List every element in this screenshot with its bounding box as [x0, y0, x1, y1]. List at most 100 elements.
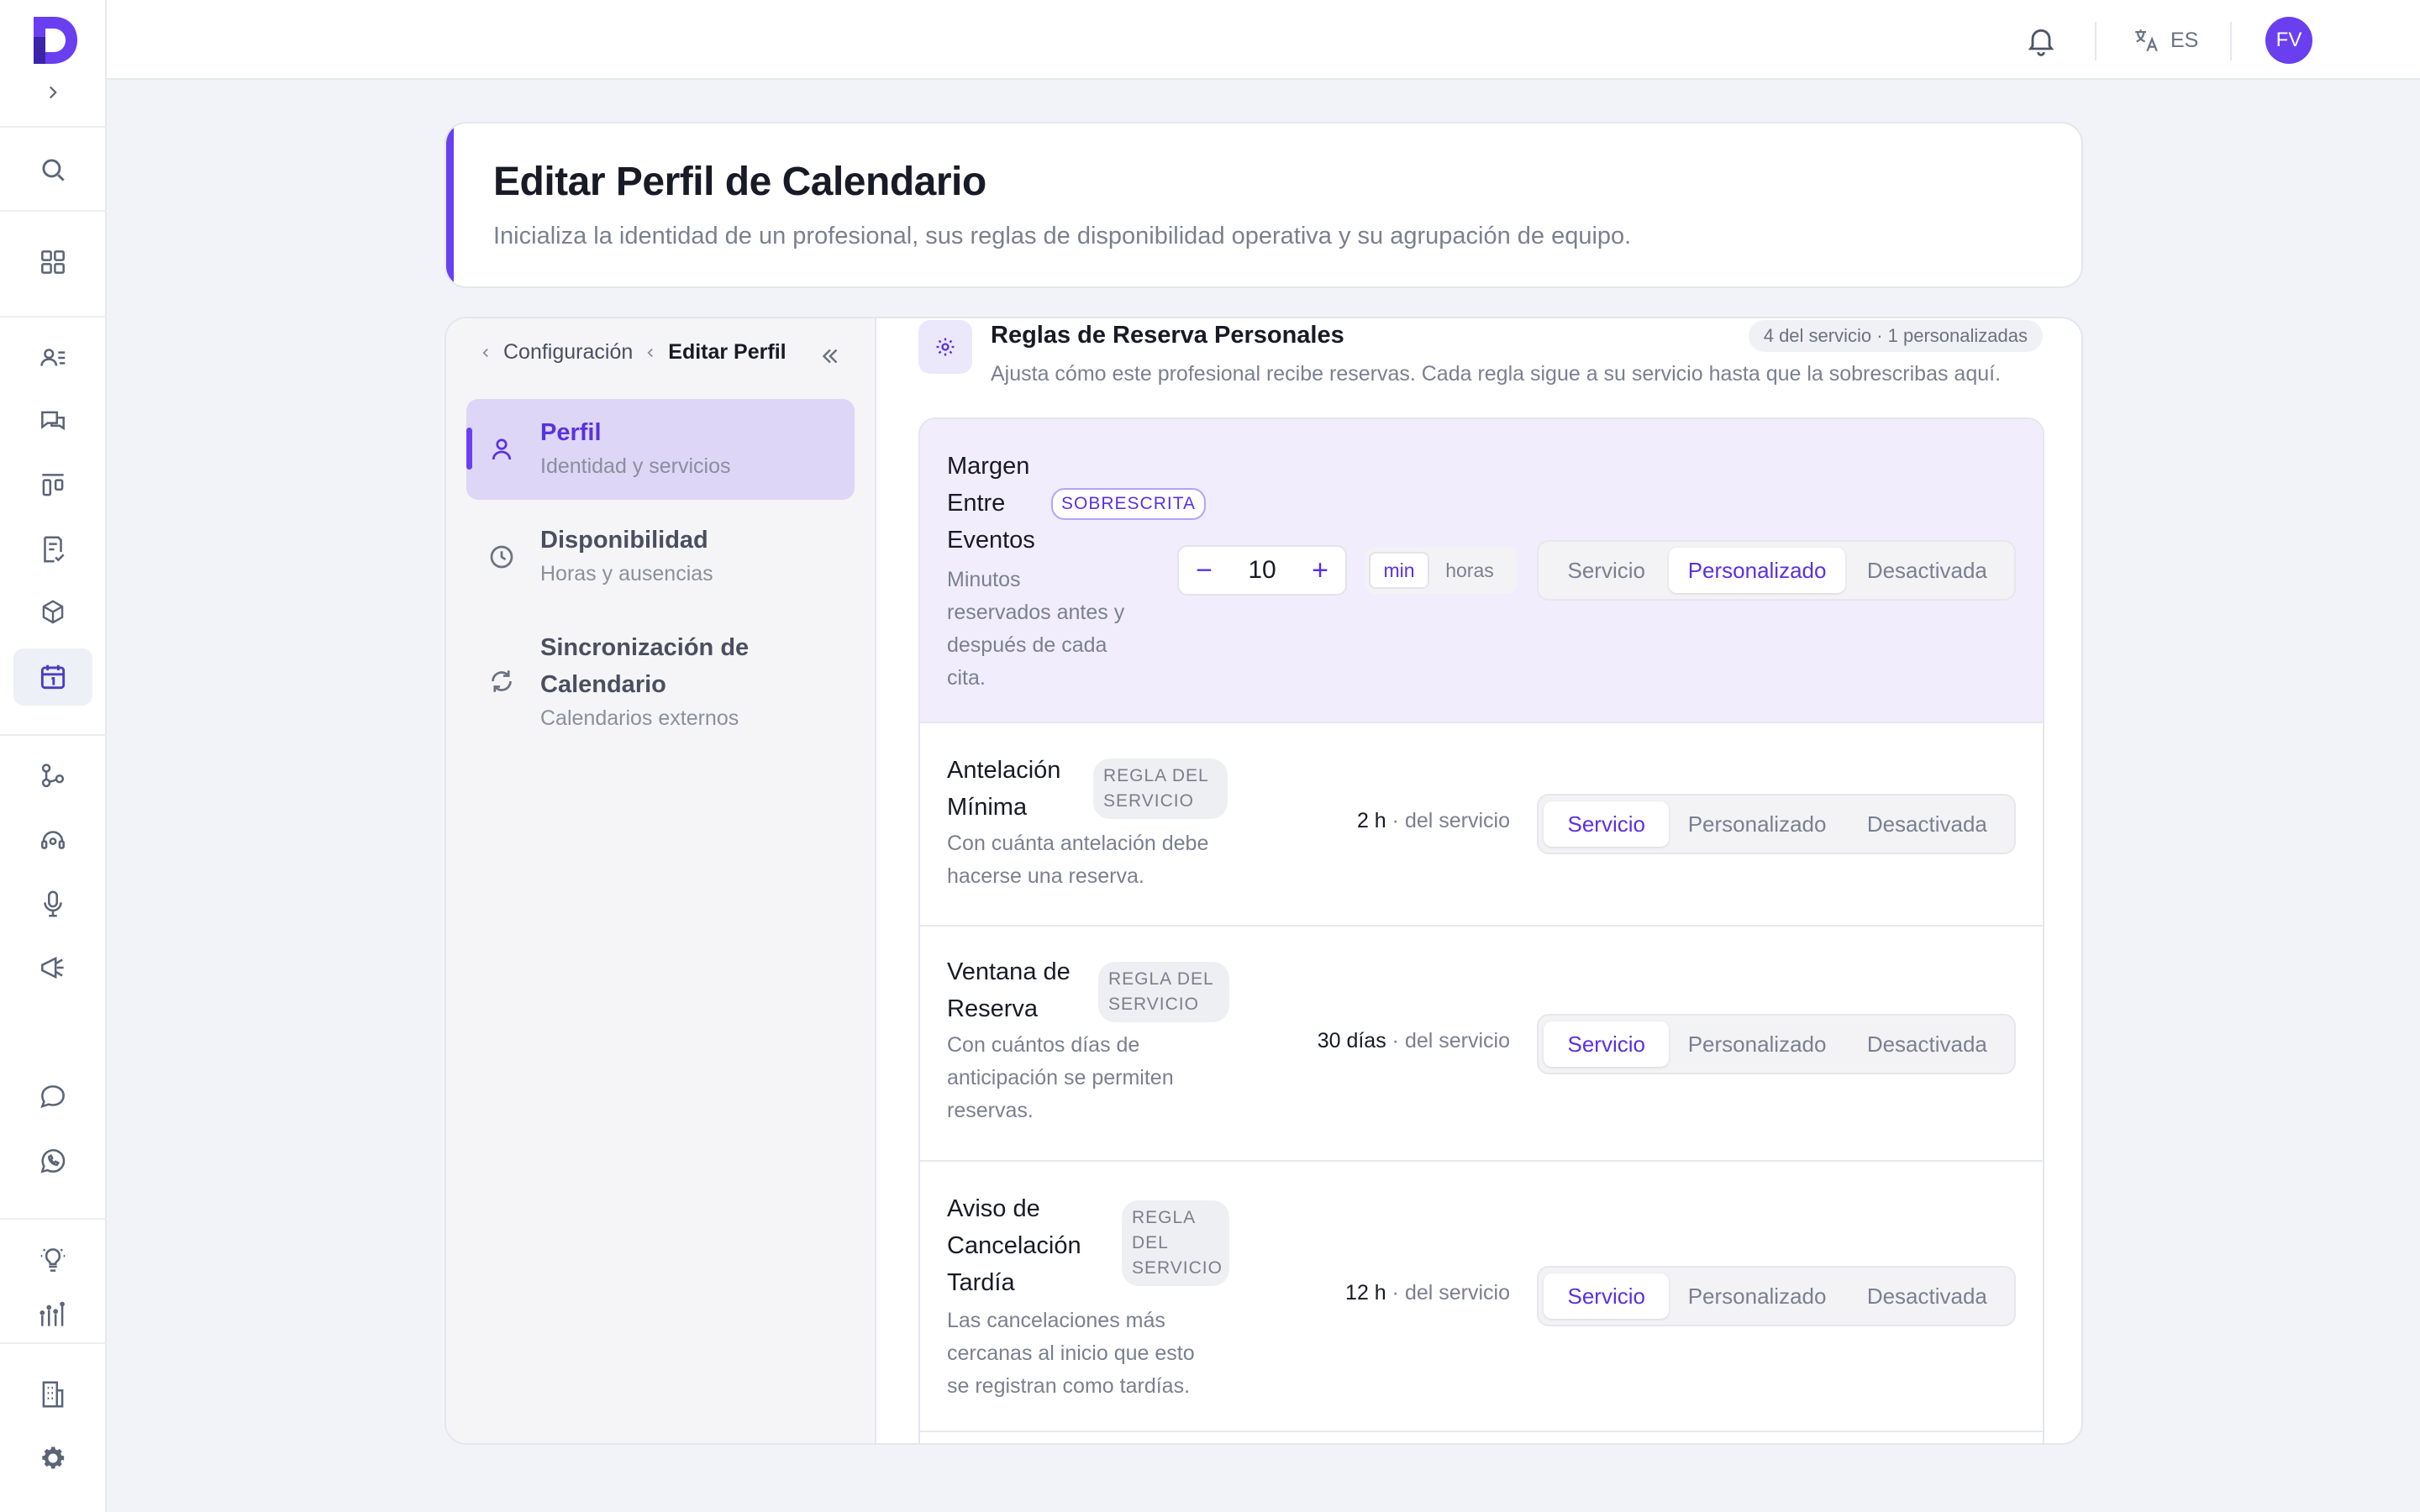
rule-ventana-de-reserva: Ventana de Reserva REGLA DEL SERVICIO Co…	[920, 927, 2043, 1162]
settings-icon[interactable]	[13, 1430, 92, 1487]
mode-personalizado-button[interactable]: Personalizado	[1669, 1021, 1844, 1067]
rule-mode-selector: Servicio Personalizado Desactivada	[1537, 1266, 2016, 1326]
mode-servicio-button[interactable]: Servicio	[1544, 1021, 1670, 1067]
expand-sidebar-icon[interactable]	[13, 66, 92, 119]
nav-item-title: Perfil	[540, 419, 602, 446]
unit-horas-button[interactable]: horas	[1429, 552, 1510, 589]
rule-description: Con cuánta antelación debe	[947, 832, 1209, 855]
language-selector[interactable]: ES	[2132, 24, 2198, 57]
rule-description: después de cada	[947, 633, 1107, 657]
nav-item-subtitle: Identidad y servicios	[540, 454, 731, 478]
increment-button[interactable]: +	[1295, 547, 1345, 594]
main-panel: Configuración Editar Perfil Perfil Ident…	[445, 317, 2083, 1445]
conversations-icon[interactable]	[13, 393, 92, 450]
rule-mode-selector: Servicio Personalizado Desactivada	[1537, 794, 2016, 854]
nav-item-perfil[interactable]: Perfil Identidad y servicios	[466, 399, 855, 500]
language-code: ES	[2170, 28, 2199, 52]
nav-item-title: Calendario	[540, 671, 666, 698]
marketing-icon[interactable]	[13, 939, 92, 996]
rule-description: Con cuántos días de	[947, 1033, 1140, 1057]
dashboard-icon[interactable]	[13, 234, 92, 291]
mode-personalizado-button[interactable]: Personalizado	[1669, 548, 1845, 593]
breadcrumb-parent[interactable]: Configuración	[503, 340, 633, 365]
value-suffix: · del servicio	[1392, 1281, 1510, 1305]
contacts-icon[interactable]	[13, 329, 92, 386]
nav-item-disponibilidad[interactable]: Disponibilidad Horas y ausencias	[466, 507, 855, 607]
tag-line: REGLA DEL	[1103, 766, 1209, 785]
rule-mode-selector: Servicio Personalizado Desactivada	[1537, 540, 2016, 601]
products-icon[interactable]	[13, 585, 92, 642]
unit-min-button[interactable]: min	[1369, 552, 1429, 589]
overridden-tag: SOBRESCRITA	[1051, 488, 1206, 520]
whatsapp-icon[interactable]	[13, 1132, 92, 1189]
nav-item-title: Sincronización de	[540, 634, 750, 661]
sidebar	[0, 0, 107, 1512]
service-rule-tag: REGLA DEL SERVICIO	[1093, 759, 1228, 819]
mode-servicio-button[interactable]: Servicio	[1544, 1273, 1670, 1319]
search-icon[interactable]	[13, 141, 92, 198]
microphone-icon[interactable]	[13, 875, 92, 932]
rule-title: Entre	[947, 490, 1006, 517]
rules-count-badge: 4 del servicio · 1 personalizadas	[1748, 320, 2043, 352]
value: 12 h	[1345, 1281, 1386, 1305]
rule-title: Eventos	[947, 527, 1035, 554]
rule-description: anticipación se permiten	[947, 1066, 1174, 1089]
calendar-icon[interactable]	[13, 648, 92, 706]
decrement-button[interactable]: −	[1179, 547, 1229, 594]
stepper-value[interactable]: 10	[1229, 556, 1295, 585]
rule-title: Antelación	[947, 757, 1061, 784]
company-icon[interactable]	[13, 1366, 92, 1423]
ideas-icon[interactable]	[13, 1231, 92, 1289]
chat-icon[interactable]	[13, 1068, 92, 1126]
service-value: 30 días · del servicio	[1318, 1029, 1510, 1053]
rule-description: cercanas al inicio que esto	[947, 1341, 1195, 1365]
rule-description: hacerse una reserva.	[947, 864, 1144, 888]
collapse-nav-icon[interactable]	[818, 344, 843, 369]
rule-title: Tardía	[947, 1269, 1015, 1296]
sync-icon	[487, 666, 517, 696]
mode-desactivada-button[interactable]: Desactivada	[1845, 1273, 2009, 1319]
app-logo[interactable]	[29, 13, 79, 66]
rule-title: Ventana de	[947, 958, 1071, 985]
unit-toggle: min horas	[1365, 547, 1517, 594]
gear-icon	[918, 320, 972, 374]
tag-line: DEL	[1132, 1233, 1169, 1252]
tag-line: REGLA	[1132, 1208, 1197, 1227]
rule-description: reservados antes y	[947, 601, 1125, 624]
mode-personalizado-button[interactable]: Personalizado	[1669, 1273, 1844, 1319]
mode-desactivada-button[interactable]: Desactivada	[1845, 801, 2009, 847]
quantity-stepper: − 10 +	[1177, 545, 1347, 596]
chevron-left-icon	[482, 348, 488, 357]
rule-title: Mínima	[947, 794, 1028, 821]
support-agent-icon[interactable]	[13, 811, 92, 869]
user-icon	[487, 434, 517, 465]
rule-description: Minutos	[947, 568, 1021, 591]
nav-item-sincronizacion[interactable]: Sincronización de Calendario Calendarios…	[466, 612, 855, 747]
service-value: 12 h · del servicio	[1345, 1281, 1510, 1305]
settings-nav: Configuración Editar Perfil Perfil Ident…	[446, 318, 876, 1443]
service-value: 2 h · del servicio	[1357, 809, 1510, 833]
service-rule-tag: REGLA DEL SERVICIO	[1098, 962, 1229, 1022]
value: 30 días	[1317, 1029, 1386, 1053]
rule-description: Las cancelaciones más	[947, 1309, 1165, 1332]
avatar[interactable]: FV	[2265, 17, 2312, 64]
page-title: Editar Perfil de Calendario	[493, 160, 986, 204]
notifications-bell-icon[interactable]	[2024, 24, 2058, 57]
analytics-icon[interactable]	[13, 1295, 92, 1336]
tag-line: SERVICIO	[1103, 791, 1194, 811]
chevron-left-icon	[647, 348, 654, 357]
tag-line: SERVICIO	[1108, 995, 1199, 1014]
rule-title: Margen	[947, 453, 1030, 480]
mode-servicio-button[interactable]: Servicio	[1544, 548, 1669, 593]
mode-desactivada-button[interactable]: Desactivada	[1845, 1021, 2009, 1067]
mode-desactivada-button[interactable]: Desactivada	[1845, 548, 2009, 593]
mode-servicio-button[interactable]: Servicio	[1544, 801, 1670, 847]
pipeline-icon[interactable]	[13, 457, 92, 514]
rules-list: Margen Entre Eventos SOBRESCRITA Minutos…	[918, 417, 2044, 1443]
nav-item-subtitle: Horas y ausencias	[540, 562, 713, 585]
section-description: Ajusta cómo este profesional recibe rese…	[991, 362, 2002, 386]
workflows-icon[interactable]	[13, 748, 92, 805]
mode-personalizado-button[interactable]: Personalizado	[1669, 801, 1844, 847]
tasks-icon[interactable]	[13, 521, 92, 578]
value: 2 h	[1356, 809, 1386, 832]
